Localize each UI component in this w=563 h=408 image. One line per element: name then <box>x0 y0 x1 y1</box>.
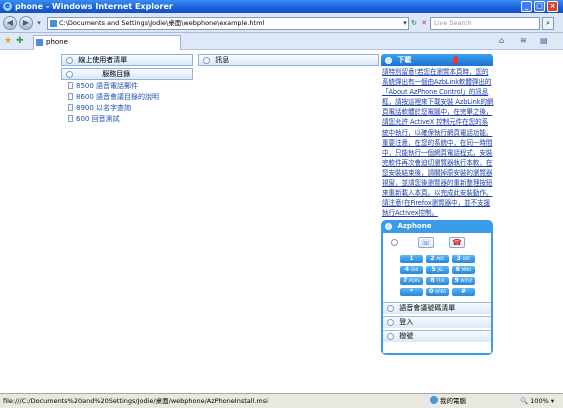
dialpad-key-0[interactable]: 0 OPER <box>426 288 449 296</box>
computer-zone-icon <box>430 396 438 404</box>
dial-item[interactable]: 撥號 <box>383 330 491 342</box>
dialpad-key-7[interactable]: 7 PQRS <box>400 277 423 285</box>
azphone-widget: Azphone ☏ ☎ 1 2 ABC 3 DEF 4 GHI 5 JKL 6 … <box>381 220 493 355</box>
download-title: 下載 <box>397 56 412 64</box>
forward-button[interactable]: ▶ <box>19 16 33 30</box>
tab-page-icon <box>36 39 43 46</box>
tab-toolbar: ★ ✚ phone ⌂ ≋ ▤ <box>0 33 563 50</box>
dialpad-key-1[interactable]: 1 <box>400 255 423 263</box>
hangup-button[interactable]: ☎ <box>449 237 465 248</box>
list-item[interactable]: 600 回音測試 <box>61 114 193 125</box>
close-button[interactable]: × <box>547 1 558 12</box>
feeds-icon[interactable]: ≋ <box>520 36 527 45</box>
messages-radio-icon <box>203 56 210 64</box>
dialpad-key-2[interactable]: 2 ABC <box>426 255 449 263</box>
azphone-radio-icon <box>385 222 392 230</box>
tab-label: phone <box>46 38 68 46</box>
online-users-header[interactable]: 線上使用者清單 <box>61 54 193 66</box>
ie-logo-icon: e <box>3 2 12 11</box>
home-icon[interactable]: ⌂ <box>499 36 504 45</box>
dialpad-key-4[interactable]: 4 GHI <box>400 266 423 274</box>
document-icon <box>68 115 73 122</box>
dialpad-key-hash[interactable]: # <box>452 288 475 296</box>
dialpad-key-star[interactable]: * <box>400 288 423 296</box>
tab-phone[interactable]: phone <box>33 35 181 50</box>
back-button[interactable]: ◀ <box>3 16 17 30</box>
messages-title: 訊息 <box>215 56 230 64</box>
address-field[interactable]: C:\Documents and Settings\Jodie\桌面\webph… <box>47 17 409 30</box>
zoom-level[interactable]: 🔍 100% ▾ <box>520 394 554 408</box>
service-list: 8500 語音電話郵件 8600 語音會議目錄的說明 8900 以名字查詢 60… <box>61 81 193 131</box>
azphone-title: Azphone <box>397 222 432 230</box>
refresh-icon[interactable]: ↻ <box>409 17 419 30</box>
dialpad-radio-icon <box>391 239 398 246</box>
list-item[interactable]: 8500 語音電話郵件 <box>61 81 193 92</box>
service-directory-title: 服務目錄 <box>102 70 131 78</box>
window-titlebar: e phone - Windows Internet Explorer _ □ … <box>0 0 563 13</box>
status-bar: file:///C:/Documents%20and%20Settings/Jo… <box>0 393 563 408</box>
online-users-radio-icon <box>66 56 73 64</box>
stop-icon[interactable]: ✕ <box>419 17 429 30</box>
dialpad-key-8[interactable]: 8 TUV <box>426 277 449 285</box>
messages-header[interactable]: 訊息 <box>198 54 379 66</box>
status-url: file:///C:/Documents%20and%20Settings/Jo… <box>3 397 268 405</box>
dialpad-key-9[interactable]: 9 WXYZ <box>452 277 475 285</box>
dialpad-key-3[interactable]: 3 DEF <box>452 255 475 263</box>
azphone-header: Azphone <box>381 220 493 233</box>
download-instructions-link[interactable]: 請特別留意!若您在瀏覽本頁時，您的系統彈出有一個由AzbLink軟體彈出的「Ab… <box>382 67 494 232</box>
service-directory-radio-icon <box>66 70 73 78</box>
dial-radio-icon <box>387 332 394 340</box>
dialpad-key-6[interactable]: 6 MNO <box>452 266 475 274</box>
download-radio-icon <box>385 56 392 64</box>
call-button[interactable]: ☏ <box>418 237 434 248</box>
minimize-button[interactable]: _ <box>521 1 532 12</box>
service-directory-header[interactable]: 服務目錄 <box>61 68 193 80</box>
favorites-star-icon[interactable]: ★ <box>4 36 12 46</box>
pin-icon <box>453 56 458 64</box>
address-toolbar: ◀ ▶ ▾ C:\Documents and Settings\Jodie\桌面… <box>0 13 563 33</box>
window-title: phone - Windows Internet Explorer <box>15 2 173 11</box>
online-users-title: 線上使用者清單 <box>78 56 128 64</box>
list-item[interactable]: 8600 語音會議目錄的說明 <box>61 92 193 103</box>
history-dropdown-icon[interactable]: ▾ <box>34 17 44 30</box>
list-item[interactable]: 8900 以名字查詢 <box>61 103 193 114</box>
maximize-button[interactable]: □ <box>534 1 545 12</box>
print-icon[interactable]: ▤ <box>540 36 548 45</box>
add-favorite-icon[interactable]: ✚ <box>16 36 24 46</box>
search-input[interactable]: Live Search <box>430 17 540 30</box>
azphone-body: ☏ ☎ 1 2 ABC 3 DEF 4 GHI 5 JKL 6 MNO 7 PQ… <box>383 233 491 353</box>
conference-list-item[interactable]: 語音會議號碼清單 <box>383 302 491 314</box>
dialpad-key-5[interactable]: 5 JKL <box>426 266 449 274</box>
login-item[interactable]: 登入 <box>383 316 491 328</box>
document-icon <box>68 82 73 89</box>
page-icon <box>50 20 57 27</box>
page-content: 線上使用者清單 服務目錄 8500 語音電話郵件 8600 語音會議目錄的說明 … <box>0 51 563 393</box>
document-icon <box>68 104 73 111</box>
conference-radio-icon <box>387 304 394 312</box>
login-radio-icon <box>387 318 394 326</box>
search-icon[interactable]: ⌕ <box>542 17 554 30</box>
document-icon <box>68 93 73 100</box>
address-text: C:\Documents and Settings\Jodie\桌面\webph… <box>59 19 265 27</box>
security-zone: 我的電腦 <box>430 394 466 408</box>
download-header[interactable]: 下載 <box>381 54 493 66</box>
